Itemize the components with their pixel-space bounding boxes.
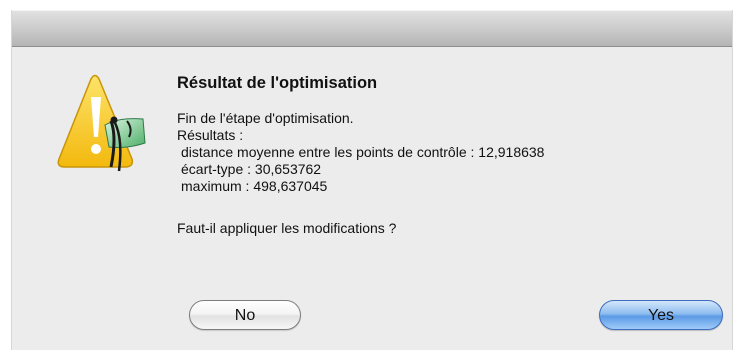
- dialog-question: Faut-il appliquer les modifications ?: [177, 220, 397, 236]
- message-line: écart-type : 30,653762: [181, 161, 322, 177]
- titlebar-highlight: [12, 10, 732, 11]
- dialog-content: Résultat de l'optimisation Fin de l'étap…: [177, 72, 717, 237]
- warning-icon: [57, 67, 157, 187]
- yes-button[interactable]: Yes: [599, 300, 723, 330]
- message-line: Fin de l'étape d'optimisation.: [177, 110, 354, 126]
- dialog-message: Fin de l'étape d'optimisation. Résultats…: [177, 110, 717, 195]
- no-button[interactable]: No: [189, 300, 301, 330]
- message-line: Résultats :: [177, 127, 244, 143]
- alert-dialog: Résultat de l'optimisation Fin de l'étap…: [11, 10, 733, 350]
- message-line: maximum : 498,637045: [181, 178, 328, 194]
- dialog-titlebar[interactable]: [12, 10, 732, 47]
- message-line: distance moyenne entre les points de con…: [181, 144, 545, 160]
- dialog-title: Résultat de l'optimisation: [177, 74, 378, 92]
